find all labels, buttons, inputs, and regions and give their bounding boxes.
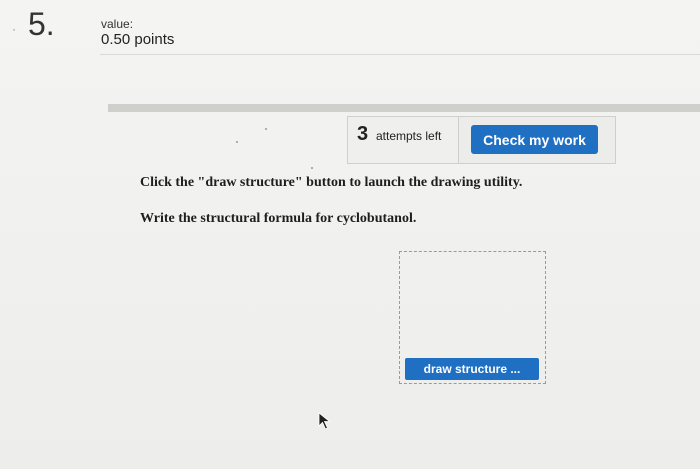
draw-structure-button[interactable]: draw structure ...: [405, 358, 539, 380]
instruction-launch-tool: Click the "draw structure" button to lau…: [140, 175, 523, 190]
question-toolbar-bar: [108, 104, 700, 112]
check-work-container: Check my work: [458, 116, 616, 164]
question-number: 5.: [28, 6, 55, 42]
question-marker: ·: [12, 22, 16, 36]
check-my-work-button[interactable]: Check my work: [471, 125, 598, 154]
page: · 5. value: 0.50 points 3 attempts left …: [0, 0, 700, 469]
instruction-question-prompt: Write the structural formula for cyclobu…: [140, 211, 417, 226]
question-header: · 5. value: 0.50 points: [0, 0, 700, 58]
screen-speck: [265, 128, 267, 130]
question-points: 0.50 points: [101, 31, 175, 48]
screen-speck: [311, 167, 313, 169]
screen-speck: [236, 141, 238, 143]
mouse-pointer-icon: [318, 412, 331, 430]
header-divider: [100, 54, 700, 55]
attempts-count: 3: [357, 123, 369, 145]
attempts-indicator: 3 attempts left: [347, 116, 458, 164]
attempts-text: attempts left: [376, 129, 442, 143]
value-label: value:: [101, 17, 134, 31]
